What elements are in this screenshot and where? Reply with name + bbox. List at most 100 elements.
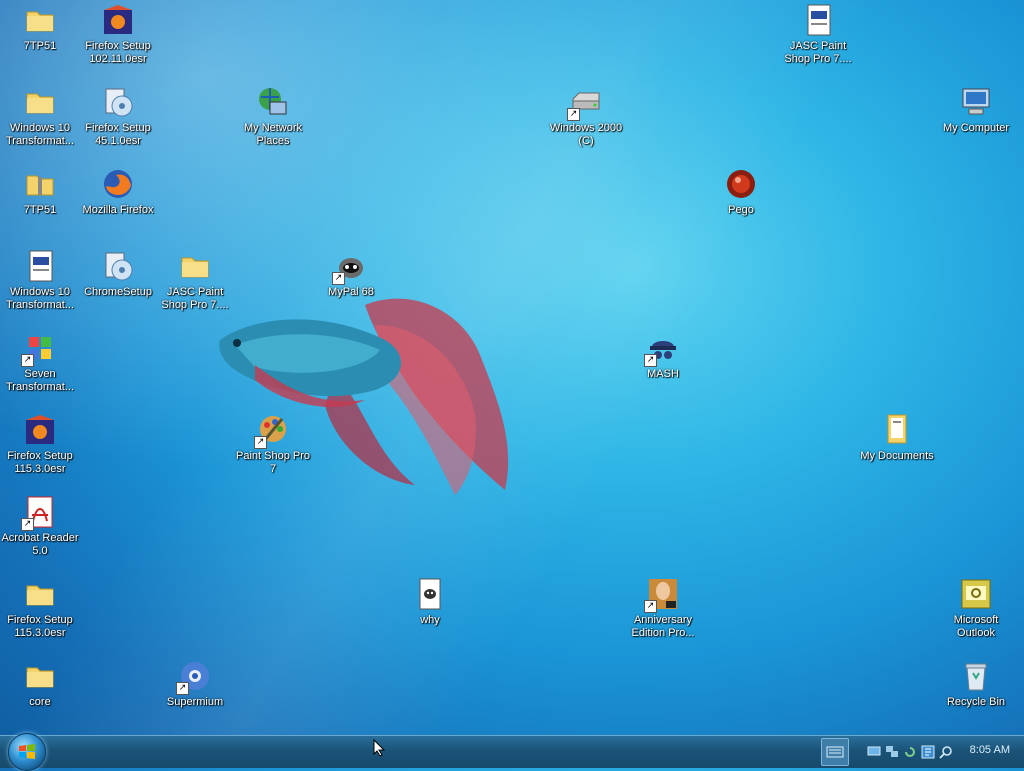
app-tray-icon[interactable] (921, 744, 935, 759)
recycle-bin-icon (959, 659, 993, 693)
desktop-icon-label: MASH (647, 368, 679, 380)
desktop-icon-acrobat-reader-5[interactable]: ↗ Acrobat Reader 5.0 (0, 495, 80, 558)
supermium-icon: ↗ (176, 659, 212, 695)
desktop-icon-my-network-places[interactable]: My Network Places (233, 85, 313, 148)
seven-icon: ↗ (21, 331, 57, 367)
taskbar: 8:05 AM (0, 733, 1024, 771)
desktop-icon-paint-shop-pro-7[interactable]: ↗ Paint Shop Pro 7 (233, 413, 313, 476)
desktop-icon-label: ChromeSetup (84, 286, 152, 298)
desktop-icon-label: My Network Places (243, 122, 303, 147)
setup-icon (101, 249, 135, 283)
desktop-icon-mash[interactable]: ↗ MASH (623, 331, 703, 381)
desktop-icon-pego[interactable]: Pego (701, 167, 781, 217)
firefox-icon (101, 167, 135, 201)
desktop-icon-core[interactable]: core (0, 659, 80, 709)
outlook-icon (959, 577, 993, 611)
desktop-icon-label: Firefox Setup 115.3.0esr (7, 614, 73, 639)
anniversary-icon: ↗ (644, 577, 680, 613)
zip-folder-icon (23, 167, 57, 201)
desktop-icon-windows-2000-c[interactable]: ↗ Windows 2000 (C) (546, 85, 626, 148)
start-button[interactable] (8, 733, 46, 771)
shortcut-arrow-icon: ↗ (176, 682, 189, 695)
desktop-icon-chromesetup[interactable]: ChromeSetup (78, 249, 158, 299)
desktop-icon-jasc-psp-folder[interactable]: JASC Paint Shop Pro 7.... (155, 249, 235, 312)
desktop-icon-label: Windows 2000 (C) (549, 122, 623, 147)
desktop-icon-label: Pego (728, 204, 754, 216)
desktop-icon-label: Firefox Setup 45.1.0esr (85, 122, 151, 147)
shortcut-arrow-icon: ↗ (21, 518, 34, 531)
shortcut-arrow-icon: ↗ (332, 272, 345, 285)
desktop-icon-label: MyPal 68 (328, 286, 374, 298)
desktop-icon-my-documents[interactable]: My Documents (857, 413, 937, 463)
desktop-icon-label: Anniversary Edition Pro... (631, 614, 695, 639)
folder-icon (23, 3, 57, 37)
desktop-icon-my-computer[interactable]: My Computer (936, 85, 1016, 135)
setup-icon (101, 85, 135, 119)
desktop-icon-7tp51-zip[interactable]: 7TP51 (0, 167, 80, 217)
shortcut-arrow-icon: ↗ (254, 436, 267, 449)
desktop-icon-why[interactable]: why (390, 577, 470, 627)
desktop-icon-firefox-setup-102[interactable]: Firefox Setup 102.11.0esr (78, 3, 158, 66)
desktop-icon-recycle-bin[interactable]: Recycle Bin (936, 659, 1016, 709)
desktop-icon-label: Firefox Setup 115.3.0esr (7, 450, 73, 475)
desktop-icon-label: Windows 10 Transformat... (5, 122, 75, 147)
monitor-tray-icon[interactable] (867, 744, 881, 758)
drive-icon: ↗ (567, 85, 603, 121)
folder-icon (23, 85, 57, 119)
mouse-cursor-icon (373, 739, 385, 757)
desktop-icon-label: 7TP51 (23, 40, 57, 52)
desktop-icon-label: Acrobat Reader 5.0 (1, 532, 79, 557)
desktop-icon-label: JASC Paint Shop Pro 7.... (784, 40, 852, 65)
mypal-icon: ↗ (332, 249, 368, 285)
desktop-icon-firefox-setup-45[interactable]: Firefox Setup 45.1.0esr (78, 85, 158, 148)
keyboard-icon[interactable] (821, 738, 849, 766)
document-icon (23, 249, 57, 283)
desktop-icon-label: Firefox Setup 102.11.0esr (85, 40, 151, 65)
desktop-icon-7tp51[interactable]: 7TP51 (0, 3, 80, 53)
desktop-icon-firefox-setup-115-installer[interactable]: Firefox Setup 115.3.0esr (0, 413, 80, 476)
desktop-icon-label: My Documents (860, 450, 934, 462)
taskbar-clock[interactable]: 8:05 AM (970, 744, 1010, 756)
desktop-icon-mypal-68[interactable]: ↗ MyPal 68 (311, 249, 391, 299)
desktop-icon-jasc-psp-doc[interactable]: JASC Paint Shop Pro 7.... (778, 3, 858, 66)
network-tray-icon[interactable] (885, 744, 899, 758)
desktop-icon-label: 7TP51 (23, 204, 57, 216)
desktop-icon-mozilla-firefox[interactable]: Mozilla Firefox (78, 167, 158, 217)
search-tray-icon[interactable] (939, 744, 953, 759)
folder-icon (178, 249, 212, 283)
pego-icon (724, 167, 758, 201)
desktop-icon-label: Microsoft Outlook (953, 614, 999, 639)
documents-folder-icon (880, 413, 914, 447)
folder-icon (23, 659, 57, 693)
desktop-icon-label: Seven Transformat... (5, 368, 75, 393)
windows-start-icon (19, 744, 35, 759)
document-icon (801, 3, 835, 37)
desktop-icon-label: Windows 10 Transformat... (5, 286, 75, 311)
paint-shop-icon: ↗ (254, 413, 290, 449)
desktop-icon-label: core (29, 696, 51, 708)
desktop-icon-label: Supermium (166, 696, 224, 708)
installer-icon (23, 413, 57, 447)
desktop-icon-microsoft-outlook[interactable]: Microsoft Outlook (936, 577, 1016, 640)
desktop-icon-label: Mozilla Firefox (82, 204, 154, 216)
mash-icon: ↗ (644, 331, 680, 367)
desktop-icon-firefox-setup-115-folder[interactable]: Firefox Setup 115.3.0esr (0, 577, 80, 640)
desktop-icon-win10-transformation-doc[interactable]: Windows 10 Transformat... (0, 249, 80, 312)
installer-icon (101, 3, 135, 37)
file-icon (413, 577, 447, 611)
desktop-icon-supermium[interactable]: ↗ Supermium (155, 659, 235, 709)
desktop-icon-label: My Computer (942, 122, 1010, 134)
refresh-tray-icon[interactable] (903, 744, 917, 758)
acrobat-icon: ↗ (21, 495, 57, 531)
shortcut-arrow-icon: ↗ (644, 354, 657, 367)
desktop-icon-anniversary-edition[interactable]: ↗ Anniversary Edition Pro... (623, 577, 703, 640)
desktop-icon-seven-transformation[interactable]: ↗ Seven Transformat... (0, 331, 80, 394)
desktop-icon-label: JASC Paint Shop Pro 7.... (161, 286, 229, 311)
computer-icon (959, 85, 993, 119)
desktop-icon-win10-transformation-folder[interactable]: Windows 10 Transformat... (0, 85, 80, 148)
desktop-icon-label: Recycle Bin (946, 696, 1006, 708)
desktop-icon-label: Paint Shop Pro 7 (236, 450, 310, 475)
network-places-icon (256, 85, 290, 119)
shortcut-arrow-icon: ↗ (567, 108, 580, 121)
shortcut-arrow-icon: ↗ (21, 354, 34, 367)
